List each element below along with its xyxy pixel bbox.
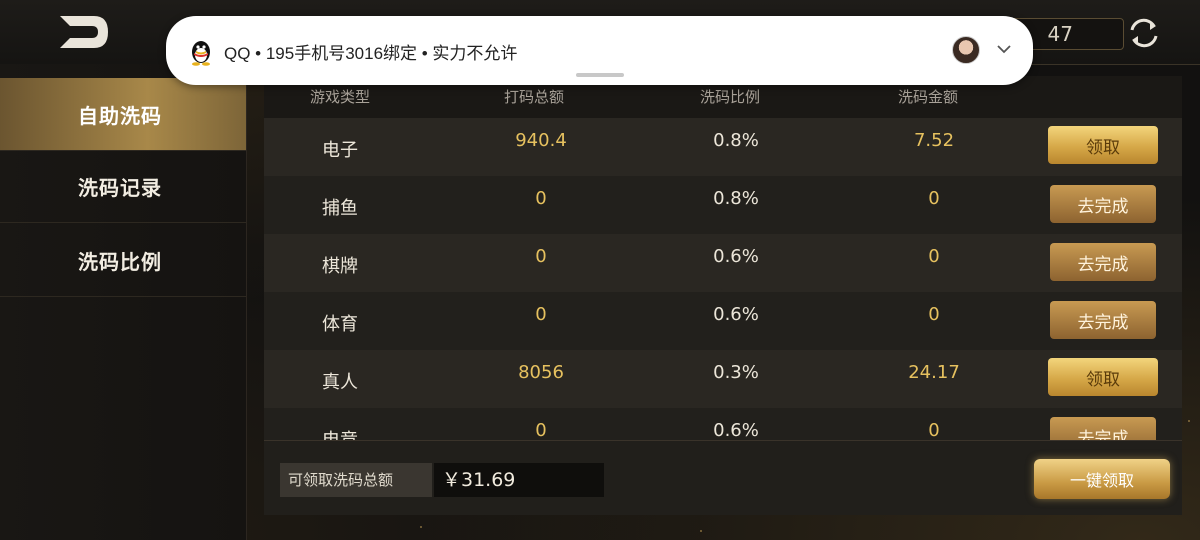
avatar	[952, 36, 980, 64]
wash-ratio: 0.6%	[713, 420, 759, 440]
back-logo-icon[interactable]	[56, 12, 112, 52]
table-row: 真人 8056 0.3% 24.17 领取	[264, 350, 1182, 409]
notification-text: QQ • 195手机号3016绑定 • 实力不允许	[224, 44, 518, 63]
one-key-claim-button[interactable]: 一键领取	[1034, 459, 1170, 499]
table-row: 电竞 0 0.6% 0 去完成	[264, 408, 1182, 440]
footer-bar: 可领取洗码总额 ￥31.69 一键领取	[264, 440, 1182, 515]
sparkle-decoration	[700, 530, 702, 532]
total-claimable-label: 可领取洗码总额	[280, 463, 432, 497]
wash-table: 游戏类型 打码总额 洗码比例 洗码金额 电子 940.4 0.8% 7.52 领…	[264, 76, 1182, 440]
header-wash-amount: 洗码金额	[898, 88, 959, 106]
game-type: 真人	[322, 372, 358, 393]
wash-amount: 0	[928, 420, 940, 440]
claim-button[interactable]: 领取	[1048, 126, 1158, 164]
refresh-icon[interactable]	[1126, 16, 1162, 50]
bet-total: 0	[535, 304, 547, 325]
qq-penguin-icon	[192, 41, 210, 66]
sparkle-decoration	[420, 526, 422, 528]
header-wash-ratio: 洗码比例	[700, 88, 761, 106]
sidebar-item-wash-ratio[interactable]: 洗码比例	[0, 224, 246, 297]
sidebar-item-wash-records[interactable]: 洗码记录	[0, 150, 246, 223]
wash-amount: 0	[928, 304, 940, 325]
go-complete-button[interactable]: 去完成	[1050, 417, 1156, 440]
wash-ratio: 0.8%	[713, 188, 759, 209]
game-type: 捕鱼	[322, 198, 358, 219]
wash-ratio: 0.6%	[713, 246, 759, 267]
bet-total: 0	[535, 246, 547, 267]
header-bet-total: 打码总额	[504, 88, 565, 106]
table-row: 捕鱼 0 0.8% 0 去完成	[264, 176, 1182, 235]
sidebar-item-label: 洗码记录	[78, 176, 162, 200]
table-row: 电子 940.4 0.8% 7.52 领取	[264, 118, 1182, 177]
wash-amount: 24.17	[908, 362, 960, 383]
sidebar-item-label: 自助洗码	[78, 104, 162, 128]
qq-notification[interactable]: QQ • 195手机号3016绑定 • 实力不允许	[166, 16, 1033, 85]
wash-ratio: 0.3%	[713, 362, 759, 383]
go-complete-button[interactable]: 去完成	[1050, 301, 1156, 339]
wash-amount: 0	[928, 188, 940, 209]
wash-amount: 7.52	[913, 130, 955, 151]
wash-ratio: 0.8%	[713, 130, 759, 151]
go-complete-button[interactable]: 去完成	[1050, 185, 1156, 223]
wash-ratio: 0.6%	[713, 304, 759, 325]
wash-amount: 0	[928, 246, 940, 267]
bet-total: 0	[535, 420, 547, 440]
drag-handle[interactable]	[576, 73, 624, 77]
bet-total: 940.4	[515, 130, 567, 151]
bet-total: 8056	[518, 362, 564, 383]
total-claimable-value: ￥31.69	[434, 463, 604, 497]
table-row: 体育 0 0.6% 0 去完成	[264, 292, 1182, 351]
game-type: 电子	[322, 140, 358, 161]
go-complete-button[interactable]: 去完成	[1050, 243, 1156, 281]
header-game-type: 游戏类型	[310, 88, 371, 106]
sidebar-item-label: 洗码比例	[78, 250, 162, 274]
game-type: 棋牌	[322, 256, 358, 277]
claim-button[interactable]: 领取	[1048, 358, 1158, 396]
game-type: 电竞	[322, 426, 358, 440]
table-row: 棋牌 0 0.6% 0 去完成	[264, 234, 1182, 293]
chevron-down-icon[interactable]	[996, 42, 1012, 56]
game-type: 体育	[322, 314, 358, 335]
bet-total: 0	[535, 188, 547, 209]
sparkle-decoration	[1188, 420, 1190, 422]
balance-value: 47	[1047, 22, 1073, 46]
sidebar: 自助洗码 洗码记录 洗码比例	[0, 64, 247, 540]
sidebar-item-self-wash[interactable]: 自助洗码	[0, 78, 246, 151]
